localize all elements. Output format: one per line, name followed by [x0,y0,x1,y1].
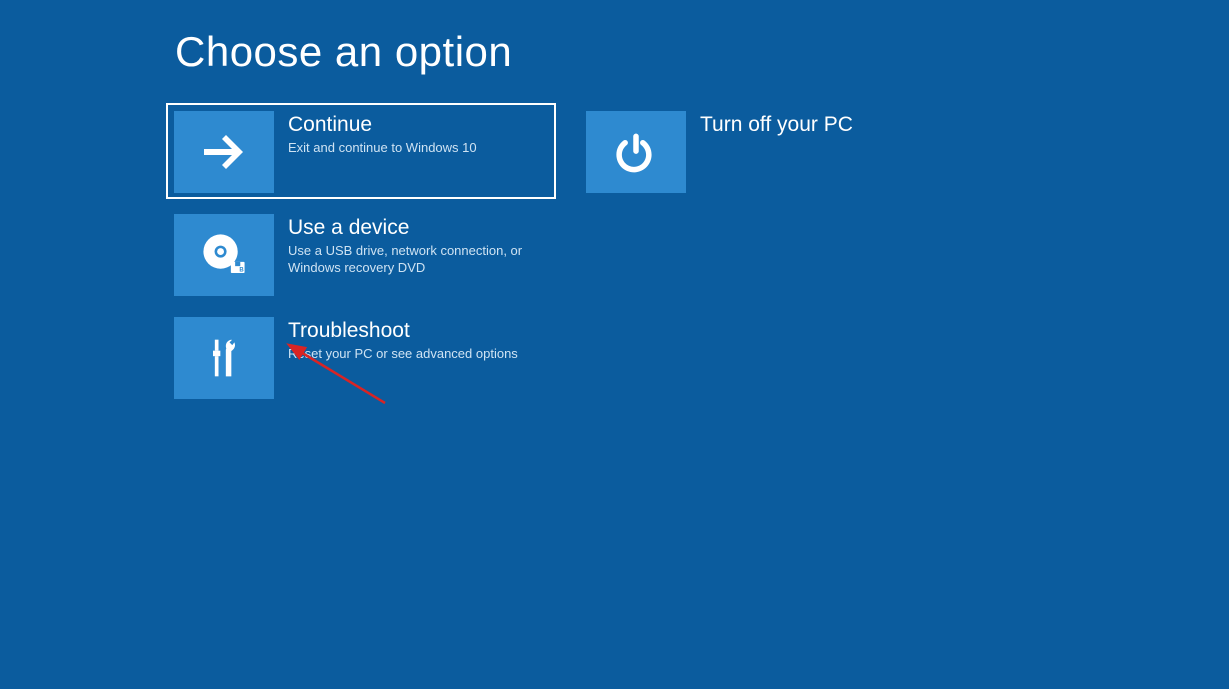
use-device-tile[interactable]: B Use a device Use a USB drive, network … [166,206,556,302]
options-grid: Continue Exit and continue to Windows 10… [166,103,968,405]
troubleshoot-subtitle: Reset your PC or see advanced options [288,346,518,363]
continue-tile[interactable]: Continue Exit and continue to Windows 10 [166,103,556,199]
power-icon [586,111,686,193]
svg-text:B: B [239,267,244,273]
turn-off-text: Turn off your PC [686,111,853,140]
troubleshoot-tile[interactable]: Troubleshoot Reset your PC or see advanc… [166,309,556,405]
arrow-right-icon [174,111,274,193]
troubleshoot-title: Troubleshoot [288,319,518,342]
tools-icon [174,317,274,399]
troubleshoot-text: Troubleshoot Reset your PC or see advanc… [274,317,518,363]
disc-icon: B [174,214,274,296]
use-device-text: Use a device Use a USB drive, network co… [274,214,534,277]
use-device-subtitle: Use a USB drive, network connection, or … [288,243,534,277]
continue-title: Continue [288,113,477,136]
turn-off-tile[interactable]: Turn off your PC [578,103,968,199]
continue-subtitle: Exit and continue to Windows 10 [288,140,477,157]
turn-off-title: Turn off your PC [700,113,853,136]
page-title: Choose an option [175,28,512,76]
use-device-title: Use a device [288,216,534,239]
continue-text: Continue Exit and continue to Windows 10 [274,111,477,157]
